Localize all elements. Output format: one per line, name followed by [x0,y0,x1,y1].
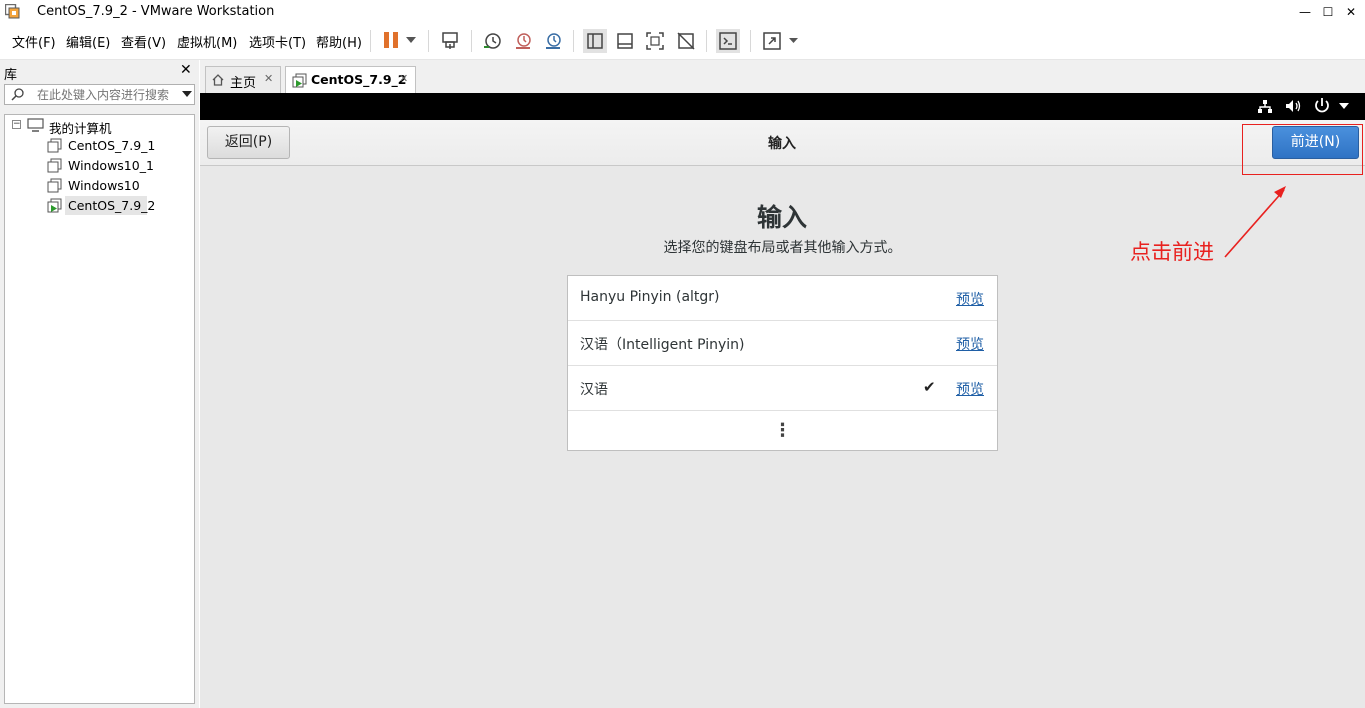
library-search-box[interactable] [4,84,195,105]
tab-close-icon[interactable]: ✕ [399,72,408,85]
preview-link[interactable]: 预览 [956,379,984,399]
search-icon [11,88,24,101]
annotation-text: 点击前进 [1130,240,1214,264]
snapshot-manager-icon[interactable] [543,31,563,51]
toolbar-separator [428,30,429,52]
home-icon [212,74,224,86]
menu-help[interactable]: 帮助(H) [316,32,362,51]
list-item[interactable]: Hanyu Pinyin (altgr) 预览 [568,276,997,321]
input-method-label: 汉语（Intelligent Pinyin) [580,337,745,353]
running-vm-icon [47,198,62,213]
send-keys-icon[interactable] [440,30,460,50]
header-title: 输入 [768,136,796,152]
toolbar-separator [750,30,751,52]
dropdown-icon[interactable] [789,38,798,43]
input-method-label: 汉语 [580,382,608,398]
close-window-button[interactable]: ✕ [1336,0,1365,24]
tree-item-vm[interactable]: Windows10 [68,178,140,193]
gnome-top-bar [200,93,1365,120]
preview-link[interactable]: 预览 [956,289,984,309]
input-method-list: Hanyu Pinyin (altgr) 预览 汉语（Intelligent P… [567,275,998,451]
tree-item-vm[interactable]: Windows10_1 [68,158,154,173]
collapse-toggle-icon[interactable]: − [12,120,21,129]
vm-icon [47,158,62,173]
annotation-highlight-box [1242,124,1363,175]
menu-edit[interactable]: 编辑(E) [66,32,110,51]
computer-icon [27,118,44,132]
menu-vm[interactable]: 虚拟机(M) [177,32,237,51]
tree-root-label[interactable]: 我的计算机 [49,118,112,137]
volume-icon[interactable] [1285,98,1303,114]
preview-link[interactable]: 预览 [956,334,984,354]
tree-item-vm-selected[interactable]: CentOS_7.9_2 [68,198,155,213]
tab-centos-7-9-2[interactable]: CentOS_7.9_2 ✕ [285,66,416,93]
library-close-button[interactable]: ✕ [180,62,192,78]
search-input[interactable] [37,88,177,102]
back-button[interactable]: 返回(P) [207,126,290,159]
toolbar-separator [706,30,707,52]
tab-label: 主页 [230,76,257,91]
system-menu-dropdown-icon[interactable] [1339,103,1349,109]
tab-label: CentOS_7.9_2 [311,72,407,87]
tree-item-vm[interactable]: CentOS_7.9_1 [68,138,155,153]
menu-view[interactable]: 查看(V) [121,32,166,51]
snapshot-icon[interactable] [482,31,502,51]
vm-icon [47,178,62,193]
annotation-arrow-icon [1224,186,1286,258]
vmware-app-icon [5,4,20,19]
pause-icon[interactable] [383,31,399,49]
checkmark-icon: ✔ [923,378,936,396]
list-item[interactable]: 汉语 ✔ 预览 [568,366,997,411]
revert-snapshot-icon[interactable] [513,31,533,51]
page-heading: 输入 [756,203,807,232]
console-icon[interactable] [716,29,740,53]
vm-icon [47,138,62,153]
sidebar-toggle-icon[interactable] [583,29,607,53]
unity-icon[interactable] [676,31,696,51]
tab-close-icon[interactable]: ✕ [264,72,273,85]
toolbar-separator [471,30,472,52]
thumbnail-bar-icon[interactable] [615,31,635,51]
list-item[interactable]: 汉语（Intelligent Pinyin) 预览 [568,321,997,366]
running-vm-icon [292,73,307,88]
dropdown-icon[interactable] [406,37,416,43]
fullscreen-icon[interactable] [645,31,665,51]
toolbar-separator [573,30,574,52]
toolbar-separator [370,30,371,52]
tab-home[interactable]: 主页 ✕ [205,66,281,93]
library-title: 库 [4,68,18,83]
input-method-label: Hanyu Pinyin (altgr) [580,289,720,305]
power-icon[interactable] [1313,97,1331,115]
window-title: CentOS_7.9_2 - VMware Workstation [37,4,275,19]
search-dropdown-icon[interactable] [182,91,192,97]
page-subtitle: 选择您的键盘布局或者其他输入方式。 [663,240,902,256]
network-icon[interactable] [1257,99,1273,114]
menu-tabs[interactable]: 选项卡(T) [249,32,306,51]
more-options-button[interactable]: ⋮ [568,411,997,450]
menu-file[interactable]: 文件(F) [12,32,56,51]
stretch-icon[interactable] [762,31,782,51]
